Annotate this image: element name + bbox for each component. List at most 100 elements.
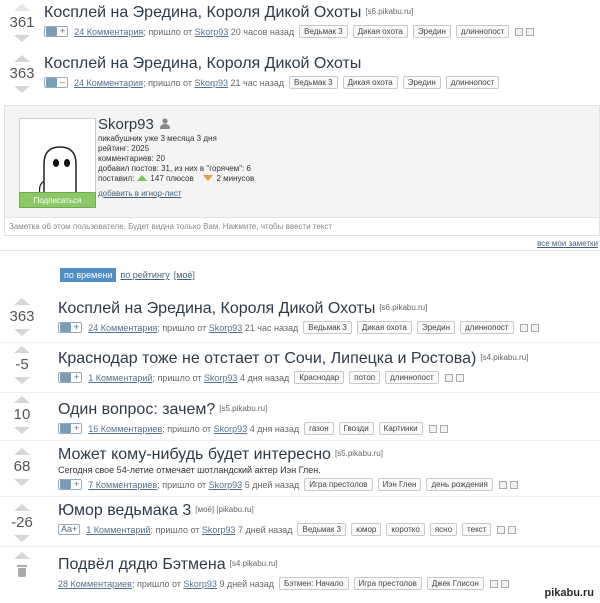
- save-icon[interactable]: [428, 424, 437, 433]
- expand-icon[interactable]: [530, 323, 539, 332]
- comments-link[interactable]: 1 Комментарий: [86, 525, 150, 535]
- tag[interactable]: длиннопост: [455, 25, 510, 38]
- tag[interactable]: потоп: [349, 371, 381, 384]
- expand-icon[interactable]: [508, 525, 517, 534]
- tag[interactable]: Бэтмен: Начало: [278, 577, 349, 590]
- comments-link[interactable]: 28 Комментариев: [58, 579, 132, 589]
- tag[interactable]: Эредин: [416, 321, 456, 334]
- upvote-arrow-icon[interactable]: [14, 346, 30, 353]
- sort-by-rating[interactable]: по рейтингу: [120, 270, 169, 280]
- author-link[interactable]: Skorp93: [183, 579, 217, 589]
- tag[interactable]: коротко: [386, 523, 425, 536]
- tag[interactable]: юмор: [351, 523, 382, 536]
- tag[interactable]: Игра престолов: [353, 577, 422, 590]
- tag[interactable]: Игра престолов: [304, 478, 373, 491]
- downvote-arrow-icon[interactable]: [14, 35, 30, 42]
- vote-block: -5: [0, 346, 44, 384]
- upvote-arrow-icon[interactable]: [14, 4, 30, 11]
- post-title[interactable]: Косплей на Эредина, Короля Дикой Охоты: [44, 55, 361, 72]
- subscribe-button[interactable]: Подписаться: [19, 192, 96, 208]
- comments-link[interactable]: 7 Комментариев: [88, 480, 157, 490]
- expand-control[interactable]: +: [44, 26, 69, 37]
- ignore-link[interactable]: добавить в игнор-лист: [98, 189, 181, 198]
- expand-control[interactable]: –: [44, 77, 69, 88]
- tag[interactable]: Краснодар: [294, 371, 345, 384]
- post-domain: [s6.pikabu.ru]: [379, 303, 428, 312]
- tag[interactable]: Ведьмак 3: [303, 321, 352, 334]
- expand-icon[interactable]: [509, 480, 518, 489]
- downvote-arrow-icon[interactable]: [14, 377, 30, 384]
- tag[interactable]: Дикая охота: [342, 76, 398, 89]
- tag[interactable]: длиннопост: [385, 371, 439, 384]
- post-title[interactable]: Косплей на Эредина, Короля Дикой Охоты: [44, 4, 361, 21]
- tag[interactable]: Дикая охота: [352, 25, 408, 38]
- upvote-arrow-icon[interactable]: [14, 504, 30, 511]
- tag[interactable]: длиннопост: [445, 76, 500, 89]
- tag[interactable]: Ведьмак 3: [289, 76, 338, 89]
- downvote-arrow-icon[interactable]: [14, 535, 30, 542]
- tag[interactable]: Дикая охота: [356, 321, 412, 334]
- post-title[interactable]: Может кому-нибудь будет интересно: [58, 446, 331, 463]
- save-icon[interactable]: [489, 579, 498, 588]
- expand-control[interactable]: +: [58, 423, 83, 434]
- tag[interactable]: Ведьмак 3: [297, 523, 347, 536]
- downvote-arrow-icon[interactable]: [14, 86, 30, 93]
- post-title[interactable]: Краснодар тоже не отстает от Сочи, Липец…: [58, 350, 476, 367]
- author-link[interactable]: Skorp93: [204, 373, 238, 383]
- sort-mine[interactable]: [моё]: [174, 270, 195, 280]
- comments-link[interactable]: 24 Комментария: [74, 27, 143, 37]
- upvote-arrow-icon[interactable]: [14, 396, 30, 403]
- tag[interactable]: длиннопост: [460, 321, 514, 334]
- author-link[interactable]: Skorp93: [209, 480, 243, 490]
- comments-link[interactable]: 24 Комментария: [88, 323, 157, 333]
- tag[interactable]: Ведьмак 3: [299, 25, 348, 38]
- expand-control[interactable]: +: [58, 479, 83, 490]
- upvote-arrow-icon[interactable]: [14, 298, 30, 305]
- tag[interactable]: Джек Глисон: [426, 577, 484, 590]
- plus-triangle-icon: [137, 175, 148, 181]
- post-title[interactable]: Подвёл дядю Бэтмена: [58, 556, 226, 573]
- post-title[interactable]: Юмор ведьмака 3: [58, 502, 191, 519]
- expand-icon[interactable]: [439, 424, 448, 433]
- tag[interactable]: Гвозди: [338, 422, 374, 435]
- downvote-arrow-icon[interactable]: [14, 329, 30, 336]
- tag[interactable]: день рождения: [426, 478, 493, 491]
- upvote-arrow-icon[interactable]: [14, 552, 30, 559]
- save-icon[interactable]: [515, 27, 524, 36]
- author-link[interactable]: Skorp93: [209, 323, 243, 333]
- text-size-control[interactable]: Aa+: [58, 524, 81, 535]
- author-link[interactable]: Skorp93: [195, 78, 229, 88]
- trash-icon[interactable]: [16, 565, 28, 577]
- save-icon[interactable]: [519, 323, 528, 332]
- author-link[interactable]: Skorp93: [202, 525, 236, 535]
- tag[interactable]: Эредин: [402, 76, 441, 89]
- user-note-field[interactable]: Заметка об этом пользователе. Будет видн…: [4, 218, 600, 236]
- all-notes-link[interactable]: все мои заметки: [537, 239, 598, 248]
- post-title[interactable]: Косплей на Эредина, Короля Дикой Охоты: [58, 300, 375, 317]
- save-icon[interactable]: [498, 480, 507, 489]
- comments-link[interactable]: 1 Комментарий: [88, 373, 152, 383]
- save-icon[interactable]: [444, 373, 453, 382]
- expand-icon[interactable]: [526, 27, 535, 36]
- downvote-arrow-icon[interactable]: [14, 479, 30, 486]
- tag[interactable]: газон: [304, 422, 334, 435]
- comments-link[interactable]: 16 Комментариев: [88, 424, 162, 434]
- tag[interactable]: Иэн Глен: [377, 478, 422, 491]
- downvote-arrow-icon[interactable]: [14, 427, 30, 434]
- tag[interactable]: Эредин: [412, 25, 451, 38]
- post-title[interactable]: Один вопрос: зачем?: [58, 401, 215, 418]
- tag[interactable]: ясно: [429, 523, 458, 536]
- tag[interactable]: Картинки: [378, 422, 423, 435]
- author-link[interactable]: Skorp93: [195, 27, 229, 37]
- tag[interactable]: текст: [462, 523, 492, 536]
- expand-icon[interactable]: [455, 373, 464, 382]
- comments-link[interactable]: 24 Комментария: [74, 78, 143, 88]
- expand-icon[interactable]: [500, 579, 509, 588]
- sort-by-time[interactable]: по времени: [60, 268, 117, 282]
- upvote-arrow-icon[interactable]: [14, 448, 30, 455]
- save-icon[interactable]: [497, 525, 506, 534]
- upvote-arrow-icon[interactable]: [14, 55, 30, 62]
- expand-control[interactable]: +: [58, 372, 83, 383]
- expand-control[interactable]: +: [58, 322, 83, 333]
- author-link[interactable]: Skorp93: [214, 424, 248, 434]
